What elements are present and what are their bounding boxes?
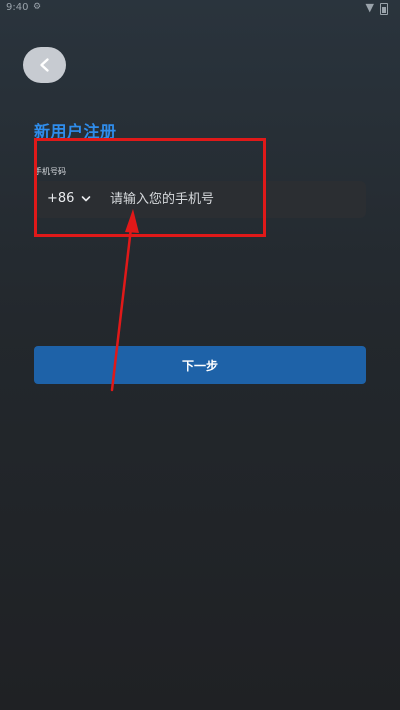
phone-label: 手机号码 bbox=[34, 167, 66, 176]
status-bar: 9:40 ⚙ ▼ bbox=[0, 0, 400, 18]
chevron-down-icon[interactable] bbox=[81, 194, 91, 204]
page-title: 新用户注册 bbox=[34, 122, 117, 141]
battery-icon bbox=[380, 3, 388, 15]
status-time: 9:40 bbox=[6, 2, 29, 13]
next-button[interactable]: 下一步 bbox=[34, 346, 366, 384]
phone-input[interactable] bbox=[110, 187, 350, 211]
chevron-left-icon bbox=[39, 58, 49, 72]
wifi-icon: ▼ bbox=[365, 1, 374, 14]
registration-screen: 9:40 ⚙ ▼ 新用户注册 手机号码 +86 下一步 bbox=[0, 0, 400, 710]
phone-field: +86 bbox=[34, 181, 366, 218]
back-button[interactable] bbox=[23, 47, 66, 83]
gear-icon: ⚙ bbox=[33, 2, 42, 12]
country-code-selector[interactable]: +86 bbox=[47, 191, 74, 206]
